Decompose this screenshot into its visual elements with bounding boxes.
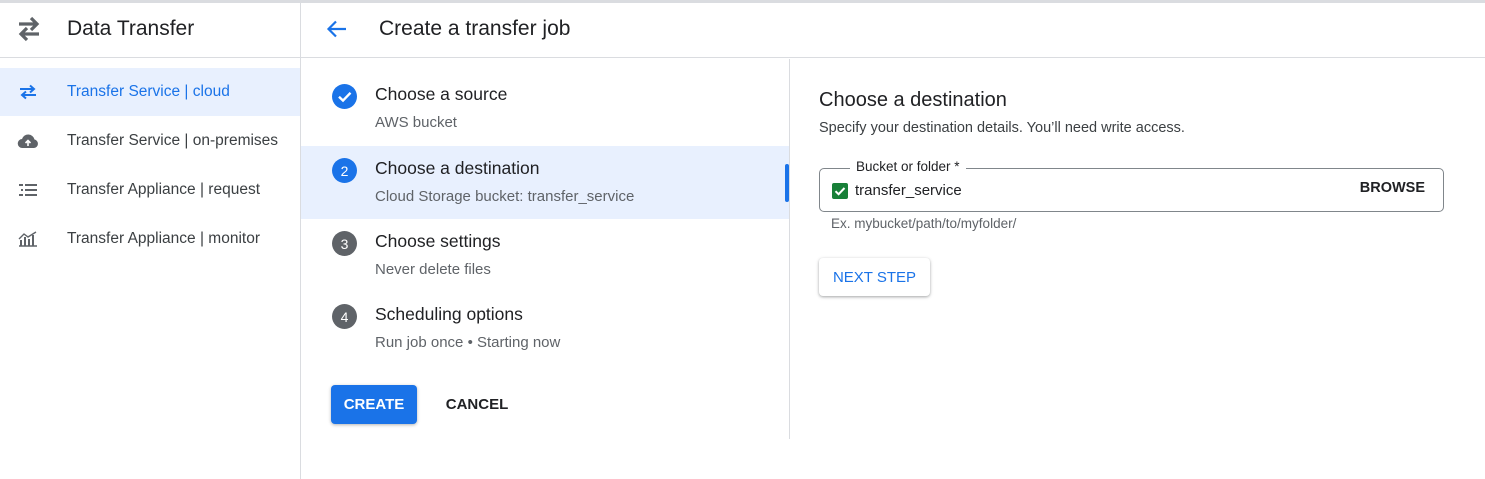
create-button[interactable]: CREATE bbox=[331, 385, 417, 424]
step-title: Choose settings bbox=[375, 231, 501, 251]
destination-title: Choose a destination bbox=[819, 89, 1007, 111]
bucket-check-icon bbox=[832, 183, 848, 199]
step-number: 3 bbox=[332, 231, 357, 256]
browse-button[interactable]: BROWSE bbox=[1360, 180, 1425, 196]
step-choose-destination[interactable]: 2 Choose a destination Cloud Storage buc… bbox=[301, 146, 789, 219]
bucket-or-folder-field[interactable]: Bucket or folder * BROWSE bbox=[819, 159, 1444, 212]
step-subtitle: Never delete files bbox=[375, 261, 491, 278]
next-step-button[interactable]: NEXT STEP bbox=[819, 258, 930, 296]
field-label: Bucket or folder * bbox=[850, 159, 966, 174]
destination-description: Specify your destination details. You’ll… bbox=[819, 120, 1185, 136]
sidebar-item-transfer-appliance-request[interactable]: Transfer Appliance | request bbox=[0, 166, 300, 214]
sidebar-item-label: Transfer Appliance | request bbox=[67, 181, 261, 198]
swap-arrows-icon bbox=[17, 81, 39, 103]
step-title: Choose a destination bbox=[375, 158, 540, 178]
page-title: Create a transfer job bbox=[379, 16, 571, 40]
sidebar-item-transfer-service-cloud[interactable]: Transfer Service | cloud bbox=[0, 68, 300, 116]
cloud-upload-icon bbox=[17, 130, 39, 152]
check-circle-icon bbox=[332, 84, 357, 109]
step-scheduling-options[interactable]: 4 Scheduling options Run job once • Star… bbox=[301, 292, 789, 365]
cancel-button[interactable]: CANCEL bbox=[432, 385, 522, 424]
sidebar-header: Data Transfer bbox=[0, 0, 300, 58]
step-number: 2 bbox=[332, 158, 357, 183]
step-choose-source[interactable]: Choose a source AWS bucket bbox=[301, 72, 789, 145]
sidebar-item-label: Transfer Appliance | monitor bbox=[67, 230, 260, 247]
sidebar-item-transfer-service-on-premises[interactable]: Transfer Service | on-premises bbox=[0, 117, 300, 165]
step-subtitle: Cloud Storage bucket: transfer_service bbox=[375, 188, 635, 205]
back-button[interactable] bbox=[317, 9, 357, 49]
list-icon bbox=[17, 179, 39, 201]
sidebar-item-label: Transfer Service | cloud bbox=[67, 83, 230, 100]
stepper: Choose a source AWS bucket 2 Choose a de… bbox=[301, 59, 790, 439]
bucket-or-folder-input[interactable] bbox=[855, 179, 1305, 201]
step-number: 4 bbox=[332, 304, 357, 329]
monitoring-chart-icon bbox=[17, 228, 39, 250]
step-choose-settings[interactable]: 3 Choose settings Never delete files bbox=[301, 219, 789, 292]
step-title: Choose a source bbox=[375, 84, 508, 104]
step-subtitle: AWS bucket bbox=[375, 114, 457, 131]
data-transfer-logo-icon bbox=[18, 16, 40, 41]
arrow-back-icon bbox=[326, 20, 346, 37]
active-step-indicator bbox=[785, 164, 789, 202]
page-header: Create a transfer job bbox=[301, 0, 1485, 58]
sidebar: Data Transfer Transfer Service | cloud T… bbox=[0, 0, 301, 479]
step-title: Scheduling options bbox=[375, 304, 523, 324]
sidebar-item-transfer-appliance-monitor[interactable]: Transfer Appliance | monitor bbox=[0, 215, 300, 263]
step-subtitle: Run job once • Starting now bbox=[375, 334, 561, 351]
field-hint: Ex. mybucket/path/to/myfolder/ bbox=[831, 216, 1017, 231]
sidebar-item-label: Transfer Service | on-premises bbox=[67, 132, 279, 149]
app-title: Data Transfer bbox=[67, 16, 195, 40]
